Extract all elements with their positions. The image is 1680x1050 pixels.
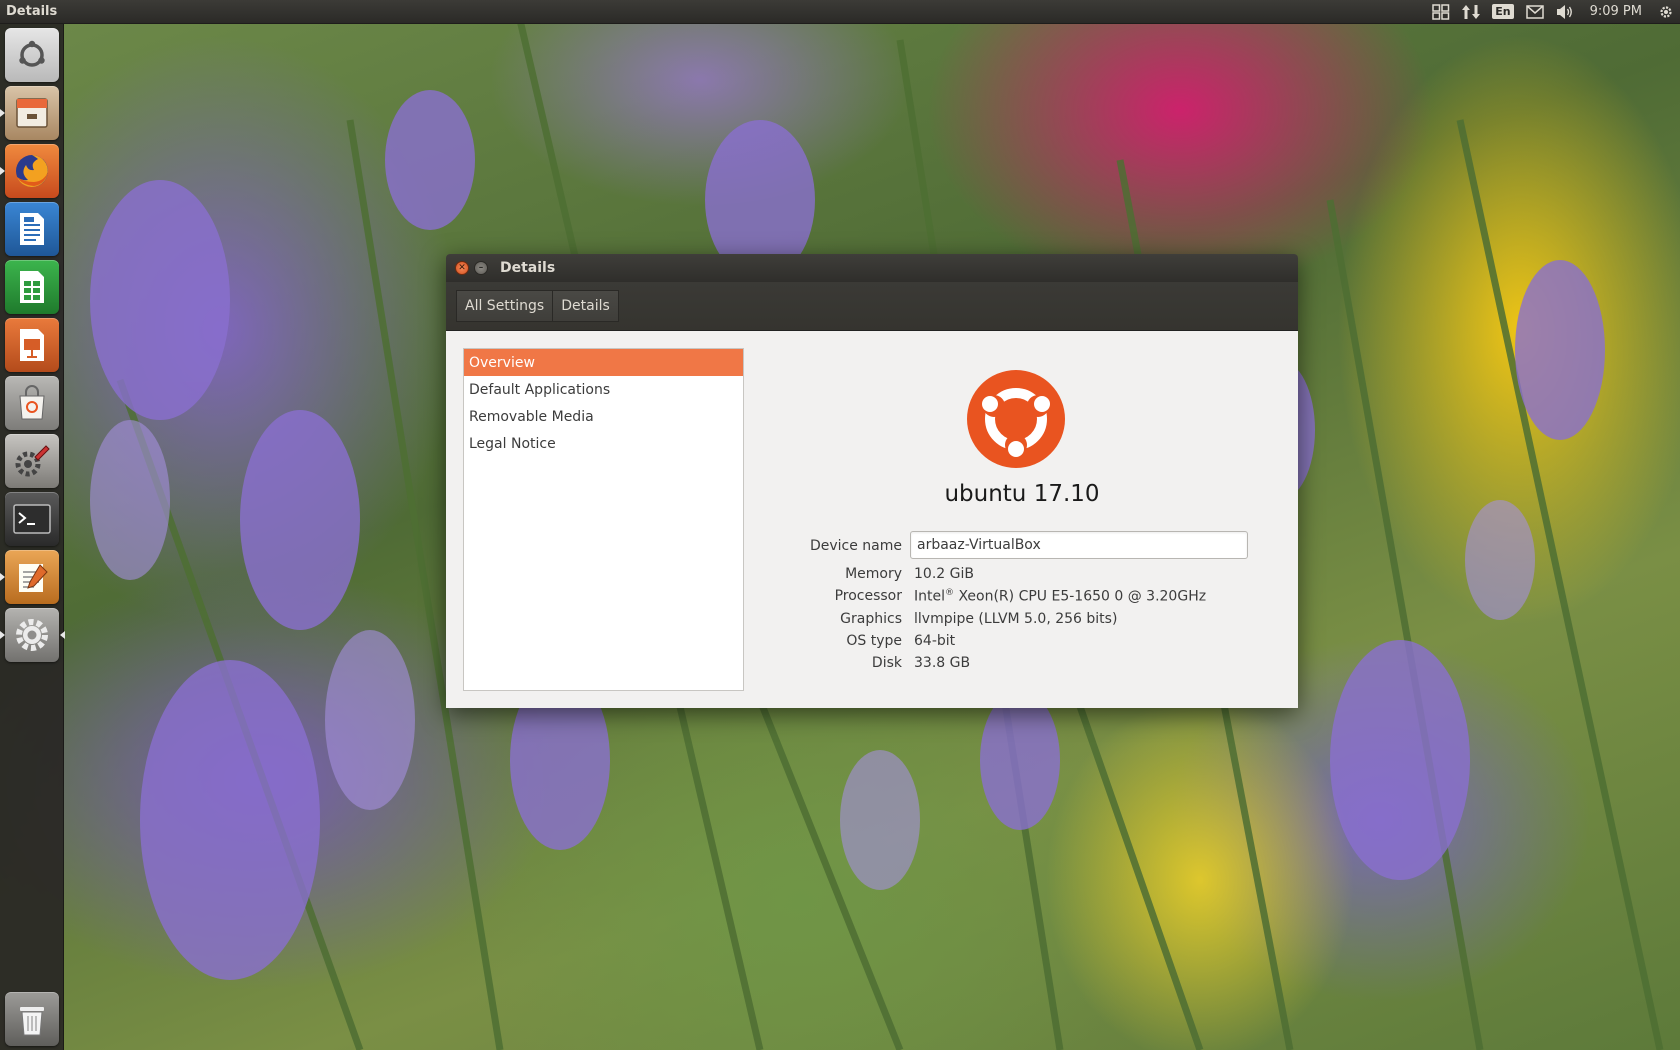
registered-mark: ® [945,588,954,598]
sidebar-item-legal-notice[interactable]: Legal Notice [464,430,743,457]
graphics-value: llvmpipe (LLVM 5.0, 256 bits) [914,611,1118,627]
memory-label: Memory [845,566,902,582]
window-title: Details [500,260,556,276]
gear-icon [16,619,48,651]
focused-indicator [60,631,65,639]
running-indicator [0,167,5,175]
launcher-item-trash[interactable] [5,992,59,1046]
file-cabinet-icon [16,98,48,128]
window-titlebar[interactable]: ✕ – Details [446,254,1298,282]
processor-model: Xeon(R) CPU E5-1650 0 @ 3.20GHz [954,588,1207,605]
device-name-field[interactable] [910,531,1248,559]
os-name: ubuntu 17.10 [944,481,1100,507]
launcher-item-text-editor[interactable] [0,550,59,604]
ubuntu-logo-icon [19,40,45,67]
launcher-item-terminal[interactable] [5,492,59,546]
launcher-item-libreoffice-writer[interactable] [5,202,59,256]
ubuntu-logo-icon [967,370,1065,468]
overview-panel: ubuntu 17.10 Device name Memory 10.2 GiB… [746,331,1298,708]
top-panel: Details En 9:09 PM [0,0,1680,24]
sidebar-item-overview[interactable]: Overview [464,349,743,376]
clock[interactable]: 9:09 PM [1580,0,1652,24]
session-gear-icon[interactable] [1652,0,1680,24]
launcher-item-ubuntu-dash[interactable] [5,28,59,82]
launcher-item-ubuntu-software[interactable] [5,376,59,430]
launcher-item-libreoffice-impress[interactable] [5,318,59,372]
network-icon[interactable] [1456,0,1486,24]
keyboard-language-indicator[interactable]: En [1486,0,1519,24]
graphics-label: Graphics [840,611,902,627]
firefox-icon [16,155,48,187]
os-type-label: OS type [846,633,902,649]
running-indicator [0,573,5,581]
launcher-item-firefox[interactable] [0,144,59,198]
processor-label: Processor [834,588,902,604]
impress-presentation-icon [20,329,44,361]
writer-document-icon [20,213,44,245]
processor-value: Intel® Xeon(R) CPU E5-1650 0 @ 3.20GHz [914,588,1206,605]
trash-icon [20,1007,44,1036]
mail-icon[interactable] [1520,0,1550,24]
language-label: En [1492,4,1514,19]
processor-vendor: Intel [914,588,945,605]
calc-spreadsheet-icon [20,271,44,303]
launcher-item-system-tools[interactable] [5,434,59,488]
details-content: Overview Default Applications Removable … [446,331,1298,708]
details-sidebar: Overview Default Applications Removable … [463,348,744,691]
terminal-icon [13,504,51,534]
disk-label: Disk [871,655,902,671]
wrench-gear-icon [15,445,50,477]
running-indicator [0,631,5,639]
launcher-item-files[interactable] [0,86,59,140]
settings-headerbar: All Settings Details [446,282,1298,331]
details-window: ✕ – Details All Settings Details Overvie… [446,254,1298,708]
shopping-bag-icon [19,385,45,420]
launcher [0,24,65,1050]
sidebar-item-default-applications[interactable]: Default Applications [464,376,743,403]
disk-value: 33.8 GB [914,655,971,671]
volume-icon[interactable] [1550,0,1580,24]
close-icon[interactable]: ✕ [455,261,469,275]
breadcrumb-details[interactable]: Details [553,290,619,322]
indicator-area: En 9:09 PM [1426,0,1680,24]
memory-value: 10.2 GiB [914,566,974,582]
workspace-switcher-icon[interactable] [1426,0,1456,24]
active-app-title: Details [6,4,58,19]
os-type-value: 64-bit [914,633,956,649]
minimize-icon[interactable]: – [474,261,488,275]
launcher-item-libreoffice-calc[interactable] [5,260,59,314]
text-editor-icon [19,564,48,592]
sidebar-item-removable-media[interactable]: Removable Media [464,403,743,430]
breadcrumb-all-settings[interactable]: All Settings [456,290,554,322]
device-name-label: Device name [809,538,902,554]
running-indicator [0,109,5,117]
launcher-item-system-settings[interactable] [0,608,65,662]
